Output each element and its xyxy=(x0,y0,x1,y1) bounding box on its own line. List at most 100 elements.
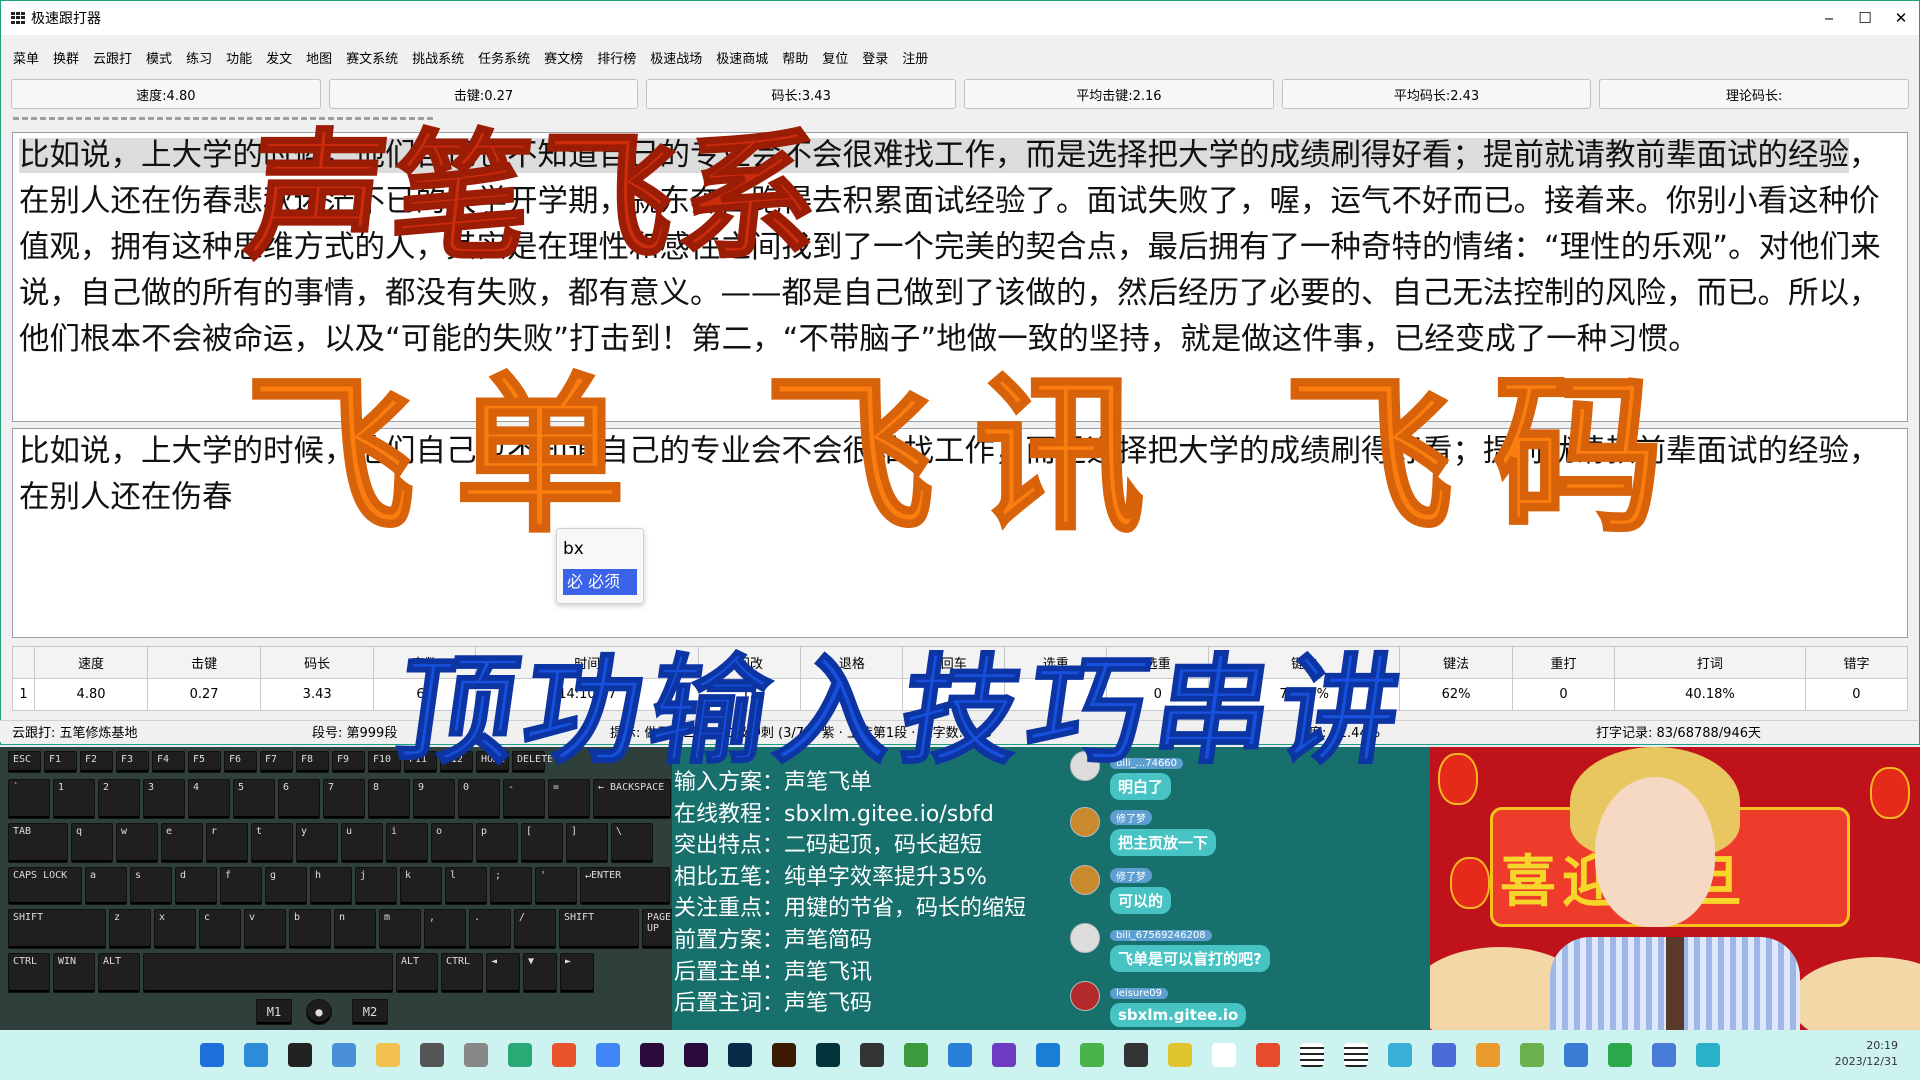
key-enter[interactable]: ↵ENTER xyxy=(580,867,670,905)
key-7[interactable]: 7 xyxy=(323,779,365,819)
notepad-icon[interactable] xyxy=(464,1043,488,1067)
photoshop-icon[interactable] xyxy=(728,1043,752,1067)
key-x[interactable]: x xyxy=(154,909,196,949)
green-app-icon[interactable] xyxy=(1608,1043,1632,1067)
key-symbol[interactable]: ' xyxy=(535,867,577,905)
menu-item[interactable]: 赛文榜 xyxy=(544,48,583,67)
360-icon[interactable] xyxy=(1080,1043,1104,1067)
ime-candidate[interactable]: 必 必须 xyxy=(563,569,637,595)
key-alt[interactable]: ALT xyxy=(396,953,438,993)
key-6[interactable]: 6 xyxy=(278,779,320,819)
menu-item[interactable]: 模式 xyxy=(146,48,172,67)
file-explorer-icon[interactable] xyxy=(376,1043,400,1067)
key-shift[interactable]: SHIFT xyxy=(8,909,106,949)
key-f4[interactable]: F4 xyxy=(152,751,185,773)
obs-icon[interactable] xyxy=(860,1043,884,1067)
key-space[interactable] xyxy=(143,953,393,993)
audition-icon[interactable] xyxy=(816,1043,840,1067)
todo-icon[interactable] xyxy=(552,1043,576,1067)
typing-app-active-icon[interactable] xyxy=(1300,1043,1324,1067)
nvidia-icon[interactable] xyxy=(1520,1043,1544,1067)
key-3[interactable]: 3 xyxy=(143,779,185,819)
key-y[interactable]: y xyxy=(296,823,338,863)
key-esc[interactable]: ESC xyxy=(8,751,41,773)
key-c[interactable]: c xyxy=(199,909,241,949)
menu-item[interactable]: 极速战场 xyxy=(650,48,702,67)
key-5[interactable]: 5 xyxy=(233,779,275,819)
key-alt[interactable]: ALT xyxy=(98,953,140,993)
key-ctrl[interactable]: CTRL xyxy=(441,953,483,993)
key-f7[interactable]: F7 xyxy=(260,751,293,773)
key-u[interactable]: u xyxy=(341,823,383,863)
menu-item[interactable]: 注册 xyxy=(902,48,928,67)
avg-code-length-stat-button[interactable]: 平均码长:2.43 xyxy=(1281,79,1592,109)
key-e[interactable]: e xyxy=(161,823,203,863)
key-b[interactable]: b xyxy=(289,909,331,949)
key-f2[interactable]: F2 xyxy=(80,751,113,773)
key-capslock[interactable]: CAPS LOCK xyxy=(8,867,82,905)
key-d[interactable]: d xyxy=(175,867,217,905)
menu-item[interactable]: 任务系统 xyxy=(478,48,530,67)
menu-item[interactable]: 赛文系统 xyxy=(346,48,398,67)
cnki-icon[interactable] xyxy=(1564,1043,1588,1067)
key-f9[interactable]: F9 xyxy=(332,751,365,773)
menu-item[interactable]: 复位 xyxy=(822,48,848,67)
key-symbol[interactable]: ] xyxy=(566,823,608,863)
key-4[interactable]: 4 xyxy=(188,779,230,819)
recorder-icon[interactable] xyxy=(1124,1043,1148,1067)
terminal-icon[interactable] xyxy=(288,1043,312,1067)
key-a[interactable]: a xyxy=(85,867,127,905)
vscode-icon[interactable] xyxy=(1036,1043,1060,1067)
key-f5[interactable]: F5 xyxy=(188,751,221,773)
menu-item[interactable]: 登录 xyxy=(862,48,888,67)
minimize-icon[interactable]: ‒ xyxy=(1811,1,1847,35)
key-f8[interactable]: F8 xyxy=(296,751,329,773)
menu-item[interactable]: 帮助 xyxy=(782,48,808,67)
mouse-button-m1[interactable]: M1 xyxy=(256,999,292,1025)
start-icon[interactable] xyxy=(200,1043,224,1067)
key-g[interactable]: g xyxy=(265,867,307,905)
theory-code-length-stat-button[interactable]: 理论码长: xyxy=(1599,79,1910,109)
menu-item[interactable]: 功能 xyxy=(226,48,252,67)
photos-icon[interactable] xyxy=(332,1043,356,1067)
key-f[interactable]: f xyxy=(220,867,262,905)
key-1[interactable]: 1 xyxy=(53,779,95,819)
mouse-button-m2[interactable]: M2 xyxy=(352,999,388,1025)
key-f3[interactable]: F3 xyxy=(116,751,149,773)
key-v[interactable]: v xyxy=(244,909,286,949)
menu-item[interactable]: 挑战系统 xyxy=(412,48,464,67)
menu-item[interactable]: 云跟打 xyxy=(93,48,132,67)
pen-tool-icon[interactable] xyxy=(1432,1043,1456,1067)
stack-icon[interactable] xyxy=(508,1043,532,1067)
gear-tool-icon[interactable] xyxy=(1476,1043,1500,1067)
photo-viewer-icon[interactable] xyxy=(948,1043,972,1067)
key-w[interactable]: w xyxy=(116,823,158,863)
text-editor-icon[interactable] xyxy=(1212,1043,1236,1067)
key-j[interactable]: j xyxy=(355,867,397,905)
key-2[interactable]: 2 xyxy=(98,779,140,819)
menu-item[interactable]: 地图 xyxy=(306,48,332,67)
network-app-icon[interactable] xyxy=(1652,1043,1676,1067)
key-o[interactable]: o xyxy=(431,823,473,863)
taskbar-clock[interactable]: 20:19 2023/12/31 xyxy=(1835,1038,1898,1070)
mouse-wheel-icon[interactable]: ● xyxy=(306,999,332,1025)
key-symbol[interactable]: ; xyxy=(490,867,532,905)
key-win[interactable]: WIN xyxy=(53,953,95,993)
key-r[interactable]: r xyxy=(206,823,248,863)
after-effects-icon[interactable] xyxy=(684,1043,708,1067)
key-symbol[interactable]: ◄ xyxy=(486,953,520,993)
key-h[interactable]: h xyxy=(310,867,352,905)
key-symbol[interactable]: \ xyxy=(611,823,653,863)
menu-item[interactable]: 发文 xyxy=(266,48,292,67)
key-ctrl[interactable]: CTRL xyxy=(8,953,50,993)
key-k[interactable]: k xyxy=(400,867,442,905)
key-symbol[interactable]: / xyxy=(514,909,556,949)
key-l[interactable]: l xyxy=(445,867,487,905)
key-symbol[interactable]: ` xyxy=(8,779,50,819)
paint-icon[interactable] xyxy=(1256,1043,1280,1067)
key-t[interactable]: t xyxy=(251,823,293,863)
menu-item[interactable]: 排行榜 xyxy=(597,48,636,67)
key-f1[interactable]: F1 xyxy=(44,751,77,773)
maximize-icon[interactable]: ☐ xyxy=(1847,1,1883,35)
key-s[interactable]: s xyxy=(130,867,172,905)
